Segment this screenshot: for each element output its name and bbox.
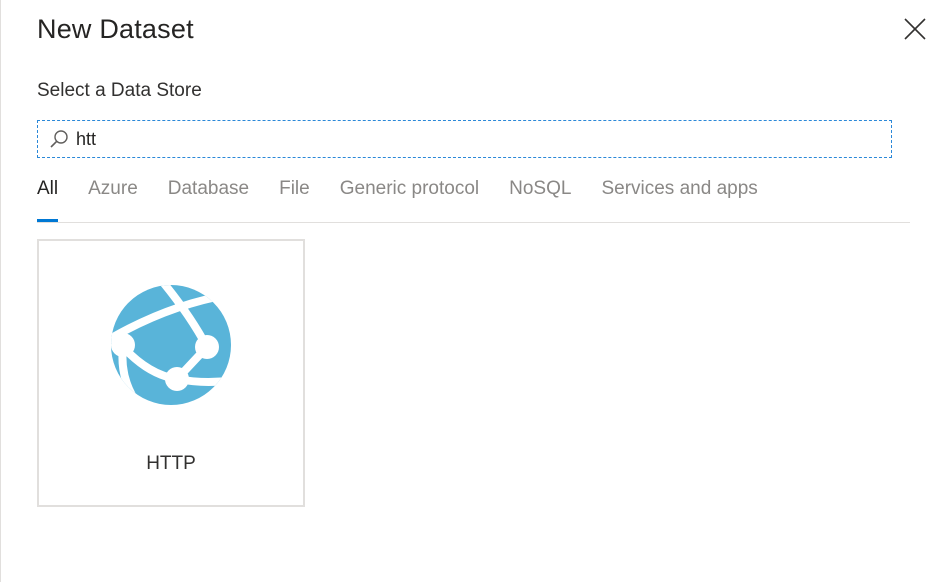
close-button[interactable] bbox=[900, 14, 930, 44]
panel-left-border bbox=[0, 0, 1, 582]
category-tabs: All Azure Database File Generic protocol… bbox=[37, 174, 788, 222]
tab-label: All bbox=[37, 178, 59, 199]
search-box[interactable] bbox=[37, 120, 892, 158]
tabs-divider bbox=[37, 222, 910, 223]
tab-label: Azure bbox=[88, 178, 138, 199]
tab-label: Database bbox=[167, 178, 250, 199]
new-dataset-panel: New Dataset Select a Data Store All Azur… bbox=[0, 0, 943, 582]
select-data-store-label: Select a Data Store bbox=[37, 80, 202, 101]
tab-azure[interactable]: Azure bbox=[88, 174, 138, 222]
search-input[interactable] bbox=[76, 128, 856, 150]
search-icon bbox=[50, 130, 68, 148]
tab-label: Services and apps bbox=[601, 178, 758, 199]
tab-label: File bbox=[279, 178, 310, 199]
tab-generic-protocol[interactable]: Generic protocol bbox=[340, 174, 479, 222]
dialog-title: New Dataset bbox=[37, 14, 194, 44]
data-store-tile-http[interactable]: HTTP bbox=[37, 239, 305, 507]
tab-all[interactable]: All bbox=[37, 174, 59, 222]
tab-file[interactable]: File bbox=[279, 174, 310, 222]
tab-database[interactable]: Database bbox=[168, 174, 249, 222]
data-store-tile-label: HTTP bbox=[146, 453, 196, 474]
tab-label: NoSQL bbox=[509, 178, 572, 199]
tab-label: Generic protocol bbox=[339, 178, 480, 199]
close-icon bbox=[904, 18, 926, 40]
tab-nosql[interactable]: NoSQL bbox=[509, 174, 571, 222]
tab-services-and-apps[interactable]: Services and apps bbox=[601, 174, 757, 222]
globe-network-icon bbox=[111, 285, 231, 405]
